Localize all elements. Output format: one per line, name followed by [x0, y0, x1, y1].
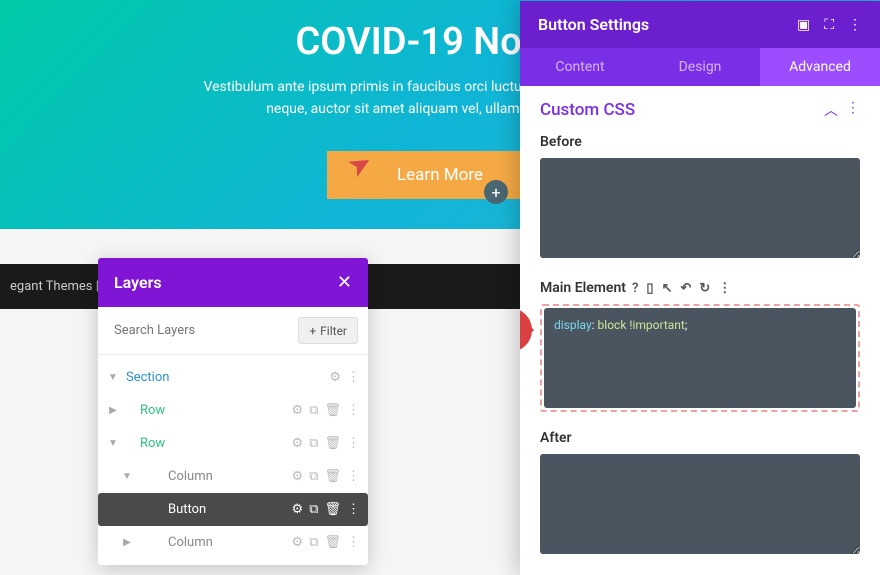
main-element-label: Main Element ? ▯ ↖ ↶ ↻ ⋮ — [540, 280, 860, 296]
main-element-css-input[interactable]: display: block !important; — [544, 308, 856, 408]
chevron-right-icon[interactable]: ▶ — [106, 405, 120, 416]
dots-icon[interactable]: ⋮ — [347, 535, 360, 550]
dots-icon[interactable]: ⋮ — [347, 469, 360, 484]
dots-icon[interactable]: ⋮ — [347, 403, 360, 418]
gear-icon[interactable]: ⚙ — [292, 535, 304, 550]
trash-icon[interactable]: 🗑 — [324, 535, 341, 550]
gear-icon[interactable]: ⚙ — [292, 469, 304, 484]
add-module-button[interactable]: + — [484, 180, 508, 204]
before-label: Before — [540, 134, 860, 150]
tab-advanced[interactable]: Advanced — [760, 48, 880, 86]
dots-icon[interactable]: ⋮ — [347, 436, 360, 451]
tree-row-row[interactable]: ▼ Row ⚙ ⧉ 🗑 ⋮ — [98, 427, 368, 460]
column-label: Column — [162, 466, 292, 487]
close-icon[interactable]: ✕ — [337, 272, 352, 293]
button-label: Button — [162, 499, 292, 520]
tree-row-row[interactable]: ▶ Row ⚙ ⧉ 🗑 ⋮ — [98, 394, 368, 427]
layers-panel: Layers ✕ + Filter ▼ Section ⚙ ⋮ ▶ Row ⚙ ⧉ 🗑 ⋮… — [98, 258, 368, 565]
tree-row-column[interactable]: ▼ Column ⚙ ⧉ 🗑 ⋮ — [98, 460, 368, 493]
settings-header: Button Settings ▣ ⛶ ⋮ — [520, 1, 880, 48]
gear-icon[interactable]: ⚙ — [292, 502, 304, 517]
trash-icon[interactable]: 🗑 — [324, 469, 341, 484]
layers-title: Layers — [114, 273, 162, 292]
gear-icon[interactable]: ⚙ — [329, 370, 341, 385]
plus-icon: + — [309, 324, 316, 338]
layers-tree: ▼ Section ⚙ ⋮ ▶ Row ⚙ ⧉ 🗑 ⋮ ▼ Row ⚙ ⧉ 🗑 ⋮ ▼ Col… — [98, 355, 368, 565]
focus-icon[interactable]: ▣ — [797, 17, 810, 33]
phone-icon[interactable]: ▯ — [646, 281, 653, 296]
copy-icon[interactable]: ⧉ — [309, 502, 318, 517]
chevron-right-icon[interactable]: ▶ — [120, 537, 134, 548]
step-badge: 1 — [520, 308, 532, 352]
help-icon[interactable]: ? — [632, 281, 638, 296]
trash-icon[interactable]: 🗑 — [324, 436, 341, 451]
copy-icon[interactable]: ⧉ — [309, 535, 318, 550]
gear-icon[interactable]: ⚙ — [292, 436, 304, 451]
settings-tabs: Content Design Advanced — [520, 48, 880, 86]
trash-icon[interactable]: 🗑 — [324, 403, 341, 418]
layers-search-bar: + Filter — [98, 307, 368, 355]
after-label: After — [540, 430, 860, 446]
dots-icon[interactable]: ⋮ — [347, 370, 360, 385]
row-label: Row — [134, 400, 292, 421]
column-label: Column — [162, 532, 292, 553]
tree-row-button[interactable]: Button ⚙ ⧉ 🗑 ⋮ — [98, 493, 368, 526]
footer-text: egant Themes | — [10, 279, 99, 294]
gear-icon[interactable]: ⚙ — [292, 403, 304, 418]
dots-icon[interactable]: ⋮ — [718, 281, 731, 296]
tree-row-section[interactable]: ▼ Section ⚙ ⋮ — [98, 361, 368, 394]
chevron-down-icon[interactable]: ▼ — [120, 471, 134, 482]
section-label: Section — [120, 367, 329, 388]
reset-icon[interactable]: ↻ — [699, 281, 710, 296]
row-label: Row — [134, 433, 292, 454]
settings-panel: Button Settings ▣ ⛶ ⋮ Content Design Adv… — [520, 1, 880, 575]
hover-icon[interactable]: ↖ — [662, 281, 673, 296]
copy-icon[interactable]: ⧉ — [309, 403, 318, 418]
chevron-up-icon[interactable]: ︿ — [824, 100, 838, 120]
chevron-down-icon[interactable]: ▼ — [106, 372, 120, 383]
dots-icon[interactable]: ⋮ — [347, 502, 360, 517]
trash-icon[interactable]: 🗑 — [324, 502, 341, 517]
before-css-input[interactable] — [540, 158, 860, 258]
filter-button[interactable]: + Filter — [298, 317, 358, 344]
layers-header: Layers ✕ — [98, 258, 368, 307]
after-css-input[interactable] — [540, 454, 860, 554]
expand-icon[interactable]: ⛶ — [824, 17, 834, 33]
filter-label: Filter — [320, 324, 347, 338]
settings-title: Button Settings — [538, 15, 649, 34]
copy-icon[interactable]: ⧉ — [309, 469, 318, 484]
tab-design[interactable]: Design — [640, 48, 760, 86]
main-element-highlight: 1 display: block !important; — [540, 304, 860, 412]
settings-body: Custom CSS ︿ ⋮ Before Main Element ? ▯ ↖ … — [520, 86, 880, 575]
section-title: Custom CSS — [540, 100, 635, 120]
tree-row-column[interactable]: ▶ Column ⚙ ⧉ 🗑 ⋮ — [98, 526, 368, 559]
cursor-icon[interactable]: ↶ — [680, 281, 691, 296]
search-input[interactable] — [108, 317, 290, 344]
chevron-down-icon[interactable]: ▼ — [106, 438, 120, 449]
section-header[interactable]: Custom CSS ︿ ⋮ — [540, 100, 860, 120]
dots-icon[interactable]: ⋮ — [846, 100, 860, 120]
dots-icon[interactable]: ⋮ — [848, 17, 862, 33]
tab-content[interactable]: Content — [520, 48, 640, 86]
copy-icon[interactable]: ⧉ — [309, 436, 318, 451]
